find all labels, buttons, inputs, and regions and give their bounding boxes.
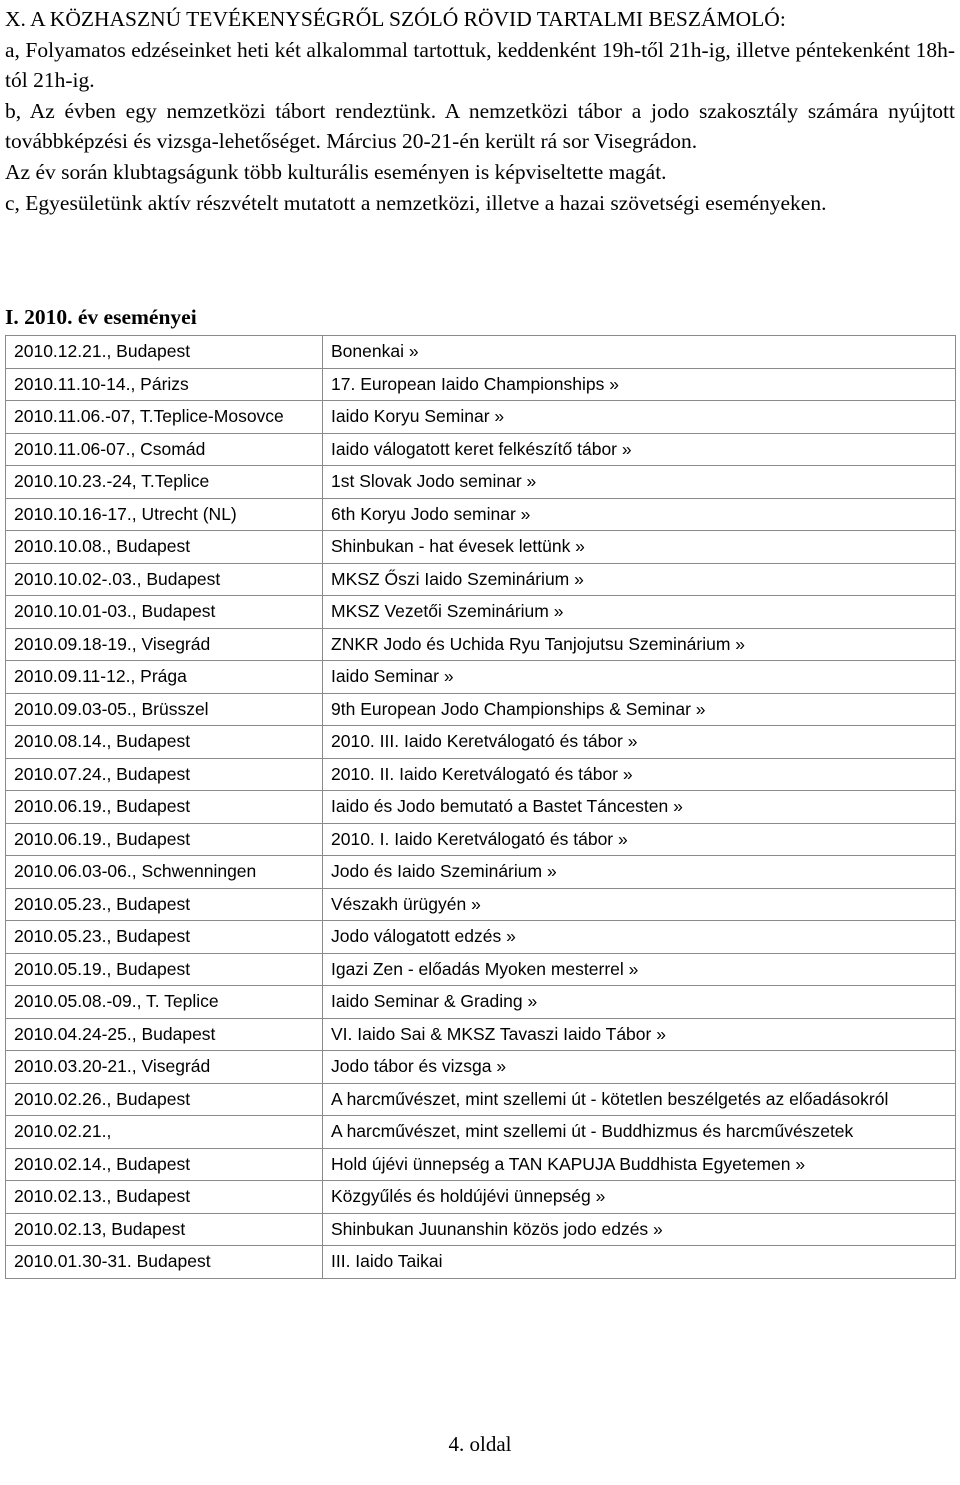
event-title-cell: MKSZ Őszi Iaido Szeminárium » xyxy=(322,562,956,596)
table-row: 2010.04.24-25., Budapest VI. Iaido Sai & … xyxy=(5,1017,956,1051)
event-title-cell: VI. Iaido Sai & MKSZ Tavaszi Iaido Tábor… xyxy=(322,1017,956,1051)
event-title-cell: MKSZ Vezetői Szeminárium » xyxy=(322,595,956,629)
table-row: 2010.02.13., Budapest Közgyűlés és holdúj… xyxy=(5,1180,956,1214)
event-title-cell: 2010. III. Iaido Keretválogató és tábor … xyxy=(322,725,956,759)
event-title-cell: ZNKR Jodo és Uchida Ryu Tanjojutsu Szemi… xyxy=(322,627,956,661)
table-row: 2010.02.26., Budapest A harcművészet, min… xyxy=(5,1082,956,1116)
table-row: 2010.11.06-07., Csomád Iaido válogatott k… xyxy=(5,432,956,466)
event-title-cell: 2010. II. Iaido Keretválogató és tábor » xyxy=(322,757,956,791)
event-title-cell: Jodo és Iaido Szeminárium » xyxy=(322,855,956,889)
report-heading: X. A KÖZHASZNÚ TEVÉKENYSÉGRŐL SZÓLÓ RÖVI… xyxy=(5,7,786,31)
table-row: 2010.05.23., Budapest Vészakh ürügyén » xyxy=(5,887,956,921)
table-row: 2010.09.03-05., Brüsszel 9th European Jod… xyxy=(5,692,956,726)
event-title-cell: Jodo tábor és vizsga » xyxy=(322,1050,956,1084)
event-title-cell: Shinbukan - hat évesek lettünk » xyxy=(322,530,956,564)
event-date-cell: 2010.12.21., Budapest xyxy=(5,335,323,369)
table-row: 2010.10.08., Budapest Shinbukan - hat éve… xyxy=(5,530,956,564)
event-title-cell: Jodo válogatott edzés » xyxy=(322,920,956,954)
event-date-cell: 2010.02.13., Budapest xyxy=(5,1180,323,1214)
event-title-cell: A harcművészet, mint szellemi út - kötet… xyxy=(322,1082,956,1116)
table-row: 2010.10.02-.03., Budapest MKSZ Őszi Iaido… xyxy=(5,562,956,596)
event-title-cell: Iaido és Jodo bemutató a Bastet Tánceste… xyxy=(322,790,956,824)
event-date-cell: 2010.07.24., Budapest xyxy=(5,757,323,791)
event-date-cell: 2010.11.06.-07, T.Teplice-Mosovce xyxy=(5,400,323,434)
table-row: 2010.11.06.-07, T.Teplice-Mosovce Iaido K… xyxy=(5,400,956,434)
event-date-cell: 2010.08.14., Budapest xyxy=(5,725,323,759)
event-title-cell: Bonenkai » xyxy=(322,335,956,369)
event-title-cell: Iaido Seminar & Grading » xyxy=(322,985,956,1019)
event-title-cell: Igazi Zen - előadás Myoken mesterrel » xyxy=(322,952,956,986)
document-page: X. A KÖZHASZNÚ TEVÉKENYSÉGRŐL SZÓLÓ RÖVI… xyxy=(0,0,960,1485)
event-title-cell: III. Iaido Taikai xyxy=(322,1245,956,1279)
event-date-cell: 2010.09.18-19., Visegrád xyxy=(5,627,323,661)
event-date-cell: 2010.05.19., Budapest xyxy=(5,952,323,986)
event-date-cell: 2010.02.26., Budapest xyxy=(5,1082,323,1116)
event-title-cell: 1st Slovak Jodo seminar » xyxy=(322,465,956,499)
table-row: 2010.09.18-19., Visegrád ZNKR Jodo és Uch… xyxy=(5,627,956,661)
event-date-cell: 2010.10.08., Budapest xyxy=(5,530,323,564)
event-title-cell: Vészakh ürügyén » xyxy=(322,887,956,921)
page-footer: 4. oldal xyxy=(448,1432,512,1456)
event-date-cell: 2010.06.03-06., Schwenningen xyxy=(5,855,323,889)
event-title-cell: 2010. I. Iaido Keretválogató és tábor » xyxy=(322,822,956,856)
table-row: 2010.03.20-21., Visegrád Jodo tábor és vi… xyxy=(5,1050,956,1084)
event-title-cell: Hold újévi ünnepség a TAN KAPUJA Buddhis… xyxy=(322,1147,956,1181)
table-row: 2010.10.23.-24, T.Teplice 1st Slovak Jodo… xyxy=(5,465,956,499)
table-row: 2010.06.03-06., Schwenningen Jodo és Iaid… xyxy=(5,855,956,889)
event-date-cell: 2010.11.10-14., Párizs xyxy=(5,367,323,401)
events-table: 2010.12.21., Budapest Bonenkai » 2010.11.1… xyxy=(5,335,956,1279)
event-date-cell: 2010.10.01-03., Budapest xyxy=(5,595,323,629)
table-row: 2010.12.21., Budapest Bonenkai » xyxy=(5,335,956,369)
event-title-cell: 17. European Iaido Championships » xyxy=(322,367,956,401)
event-date-cell: 2010.05.23., Budapest xyxy=(5,887,323,921)
event-date-cell: 2010.05.23., Budapest xyxy=(5,920,323,954)
events-section-heading: I. 2010. év eseményei xyxy=(5,305,197,329)
event-title-cell: A harcművészet, mint szellemi út - Buddh… xyxy=(322,1115,956,1149)
report-paragraph-b: b, Az évben egy nemzetközi tábort rendez… xyxy=(5,98,955,154)
report-body: X. A KÖZHASZNÚ TEVÉKENYSÉGRŐL SZÓLÓ RÖVI… xyxy=(5,4,955,218)
event-date-cell: 2010.04.24-25., Budapest xyxy=(5,1017,323,1051)
event-date-cell: 2010.02.14., Budapest xyxy=(5,1147,323,1181)
event-title-cell: Közgyűlés és holdújévi ünnepség » xyxy=(322,1180,956,1214)
event-date-cell: 2010.11.06-07., Csomád xyxy=(5,432,323,466)
event-title-cell: Iaido Koryu Seminar » xyxy=(322,400,956,434)
event-date-cell: 2010.09.11-12., Prága xyxy=(5,660,323,694)
table-row: 2010.02.14., Budapest Hold újévi ünnepség… xyxy=(5,1147,956,1181)
event-date-cell: 2010.03.20-21., Visegrád xyxy=(5,1050,323,1084)
event-title-cell: 6th Koryu Jodo seminar » xyxy=(322,497,956,531)
table-row: 2010.10.01-03., Budapest MKSZ Vezetői Sze… xyxy=(5,595,956,629)
event-date-cell: 2010.01.30-31. Budapest xyxy=(5,1245,323,1279)
event-date-cell: 2010.10.23.-24, T.Teplice xyxy=(5,465,323,499)
event-date-cell: 2010.05.08.-09., T. Teplice xyxy=(5,985,323,1019)
event-date-cell: 2010.06.19., Budapest xyxy=(5,790,323,824)
event-date-cell: 2010.06.19., Budapest xyxy=(5,822,323,856)
event-date-cell: 2010.09.03-05., Brüsszel xyxy=(5,692,323,726)
table-row: 2010.05.19., Budapest Igazi Zen - előadás… xyxy=(5,952,956,986)
table-row: 2010.05.23., Budapest Jodo válogatott edz… xyxy=(5,920,956,954)
table-row: 2010.02.13, Budapest Shinbukan Juunanshin… xyxy=(5,1212,956,1246)
table-row: 2010.02.21., A harcművészet, mint szellem… xyxy=(5,1115,956,1149)
event-title-cell: Shinbukan Juunanshin közös jodo edzés » xyxy=(322,1212,956,1246)
table-row: 2010.08.14., Budapest 2010. III. Iaido Ke… xyxy=(5,725,956,759)
event-date-cell: 2010.02.21., xyxy=(5,1115,323,1149)
table-row: 2010.09.11-12., Prága Iaido Seminar » xyxy=(5,660,956,694)
event-title-cell: 9th European Jodo Championships & Semina… xyxy=(322,692,956,726)
table-row: 2010.11.10-14., Párizs 17. European Iaido… xyxy=(5,367,956,401)
report-paragraph-a: a, Folyamatos edzéseinket heti két alkal… xyxy=(5,37,955,93)
event-date-cell: 2010.02.13, Budapest xyxy=(5,1212,323,1246)
table-row: 2010.05.08.-09., T. Teplice Iaido Seminar… xyxy=(5,985,956,1019)
table-row: 2010.10.16-17., Utrecht (NL) 6th Koryu Jo… xyxy=(5,497,956,531)
table-row: 2010.06.19., Budapest 2010. I. Iaido Kere… xyxy=(5,822,956,856)
event-title-cell: Iaido Seminar » xyxy=(322,660,956,694)
event-date-cell: 2010.10.02-.03., Budapest xyxy=(5,562,323,596)
table-row: 2010.06.19., Budapest Iaido és Jodo bemut… xyxy=(5,790,956,824)
event-date-cell: 2010.10.16-17., Utrecht (NL) xyxy=(5,497,323,531)
table-row: 2010.07.24., Budapest 2010. II. Iaido Ker… xyxy=(5,757,956,791)
report-paragraph-c: c, Egyesületünk aktív részvételt mutatot… xyxy=(5,190,827,215)
report-paragraph-cultural: Az év során klubtagságunk több kulturáli… xyxy=(5,159,667,184)
table-row: 2010.01.30-31. Budapest III. Iaido Taikai xyxy=(5,1245,956,1279)
events-table-body: 2010.12.21., Budapest Bonenkai » 2010.11.1… xyxy=(5,335,956,1279)
event-title-cell: Iaido válogatott keret felkészítő tábor … xyxy=(322,432,956,466)
